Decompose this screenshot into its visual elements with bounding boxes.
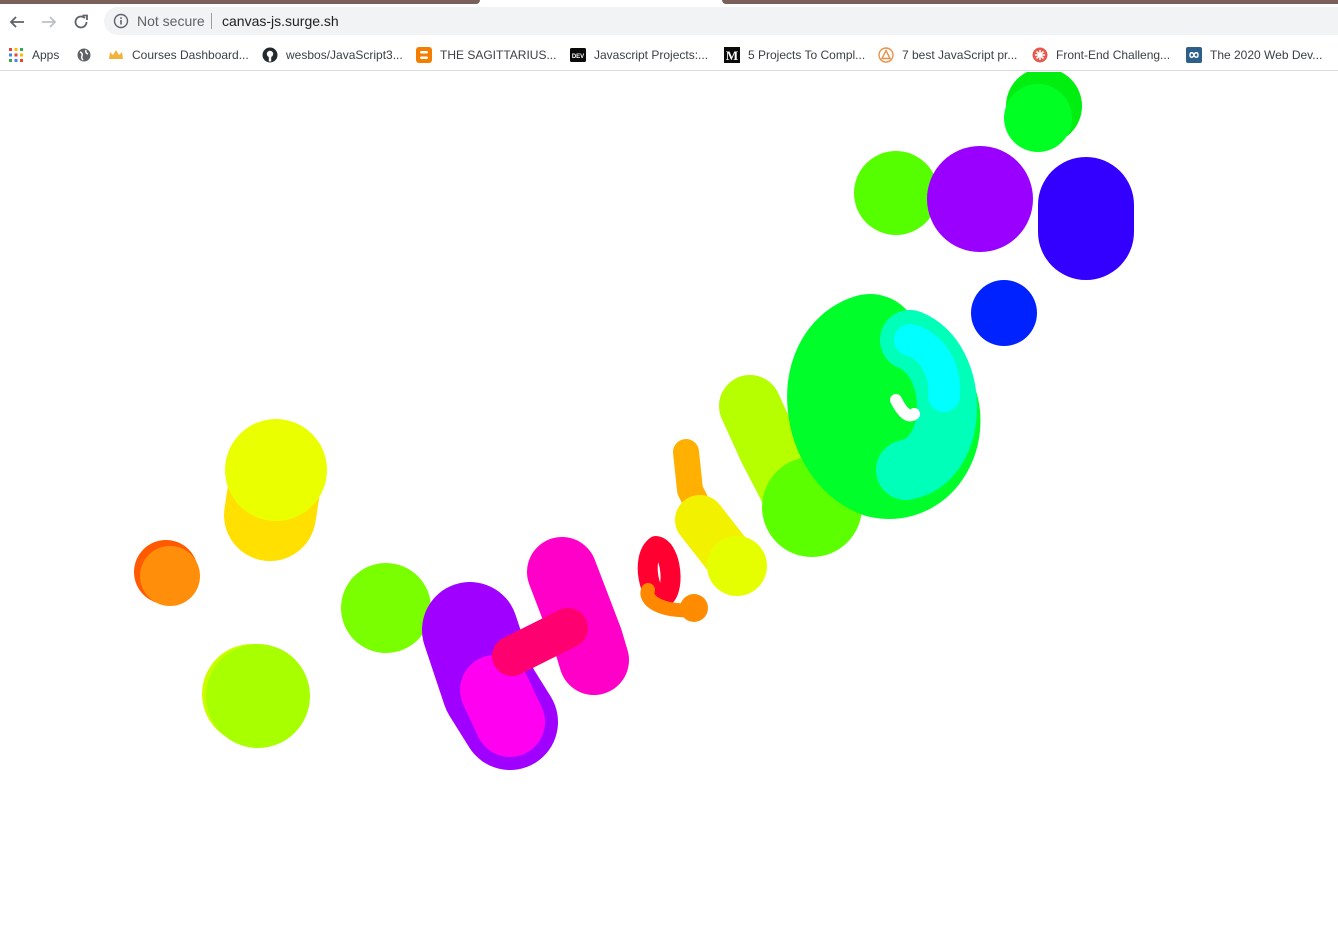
bookmark-label: Apps [32, 48, 60, 62]
paint-dot [707, 536, 767, 596]
bookmark-label: 7 best JavaScript pr... [902, 48, 1018, 62]
bookmark-sagittarius[interactable]: THE SAGITTARIUS... [416, 44, 556, 66]
bookmark-front-end-challenges[interactable]: Front-End Challeng... [1032, 44, 1170, 66]
blogger-icon [416, 47, 432, 63]
bookmark-label: 5 Projects To Compl... [748, 48, 866, 62]
bookmark-courses-dashboard[interactable]: Courses Dashboard... [108, 44, 249, 66]
bookmark-javascript-projects[interactable]: DEV Javascript Projects:... [570, 44, 708, 66]
svg-text:DEV: DEV [572, 54, 584, 60]
background-tab-left[interactable] [0, 0, 480, 4]
paint-dot [1004, 84, 1072, 152]
forward-arrow-icon [42, 16, 57, 28]
bookmark-apps[interactable]: Apps [8, 44, 59, 66]
svg-text:M: M [726, 48, 738, 63]
browser-toolbar: Not secure canvas-js.surge.sh [0, 7, 1338, 37]
info-icon[interactable] [113, 13, 129, 29]
bookmark-wesbos[interactable]: wesbos/JavaScript3... [262, 44, 403, 66]
paint-dot [680, 594, 708, 622]
bookmark-label: Courses Dashboard... [132, 48, 249, 62]
paint-dot [140, 546, 200, 606]
bookmark-label: Javascript Projects:... [594, 48, 709, 62]
tab-strip [0, 0, 1338, 7]
drawing-strokes [134, 72, 1134, 770]
bookmark-5-projects[interactable]: M 5 Projects To Compl... [724, 44, 865, 66]
apps-grid-icon [8, 47, 24, 63]
dev-icon: DEV [570, 47, 586, 63]
omnibox-divider [211, 13, 212, 29]
bookmark-7-best-javascript[interactable]: 7 best JavaScript pr... [878, 44, 1017, 66]
reload-button[interactable] [68, 9, 94, 35]
bookmark-label: Front-End Challeng... [1056, 48, 1171, 62]
bookmark-globe[interactable] [76, 44, 100, 66]
url-text[interactable]: canvas-js.surge.sh [222, 13, 339, 29]
drawing-canvas[interactable] [0, 72, 1338, 948]
back-button[interactable] [4, 9, 30, 35]
forward-button[interactable] [36, 9, 62, 35]
bookmarks-bar: Apps Courses Dashboard... wesbos/JavaScr… [0, 40, 1338, 71]
github-icon [262, 47, 278, 63]
paint-dot [341, 563, 431, 653]
triangle-logo-icon [878, 47, 894, 63]
paint-dot [206, 644, 310, 748]
bookmark-label: THE SAGITTARIUS... [440, 48, 557, 62]
address-bar[interactable]: Not secure canvas-js.surge.sh [104, 7, 1338, 35]
security-status[interactable]: Not secure [137, 13, 205, 29]
paint-stroke [492, 608, 588, 676]
infinity-icon [1186, 47, 1202, 63]
bookmark-label: wesbos/JavaScript3... [286, 48, 403, 62]
paint-dot [927, 146, 1033, 252]
bookmark-2020-web-dev[interactable]: The 2020 Web Dev... [1186, 44, 1322, 66]
paint-stroke [460, 655, 545, 757]
paint-dot [971, 280, 1037, 346]
paint-dot [854, 151, 938, 235]
medium-icon: M [724, 47, 740, 63]
globe-icon [76, 47, 92, 63]
reload-icon [74, 14, 88, 29]
bookmark-label: The 2020 Web Dev... [1210, 48, 1323, 62]
flower-icon [1032, 47, 1048, 63]
back-arrow-icon [9, 16, 24, 28]
paint-dot [225, 419, 327, 521]
crown-icon [108, 47, 124, 63]
background-tab-right[interactable] [722, 0, 1338, 4]
